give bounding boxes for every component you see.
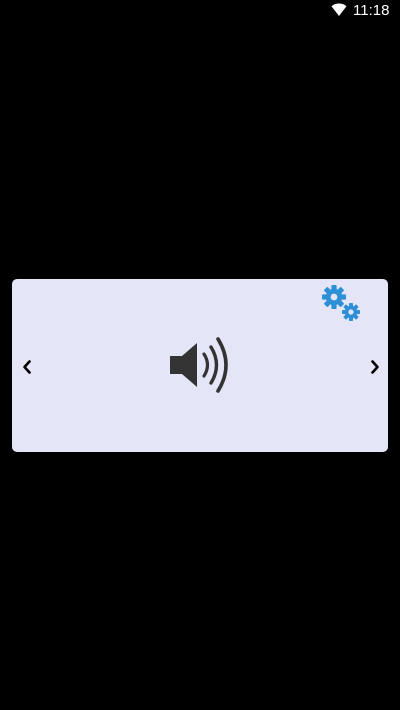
- status-bar: 11:18: [0, 0, 400, 22]
- app-screen: 11:18: [0, 0, 400, 710]
- sound-player-panel: [12, 279, 388, 452]
- chevron-left-icon: [21, 359, 33, 375]
- gears-icon: [320, 285, 364, 328]
- chevron-right-icon: [369, 359, 381, 375]
- next-button[interactable]: [363, 355, 387, 379]
- wifi-icon: [331, 3, 347, 17]
- previous-button[interactable]: [15, 355, 39, 379]
- play-sound-button[interactable]: [168, 335, 232, 395]
- speaker-volume-icon: [168, 337, 232, 399]
- settings-button[interactable]: [320, 282, 364, 324]
- status-time: 11:18: [353, 2, 390, 19]
